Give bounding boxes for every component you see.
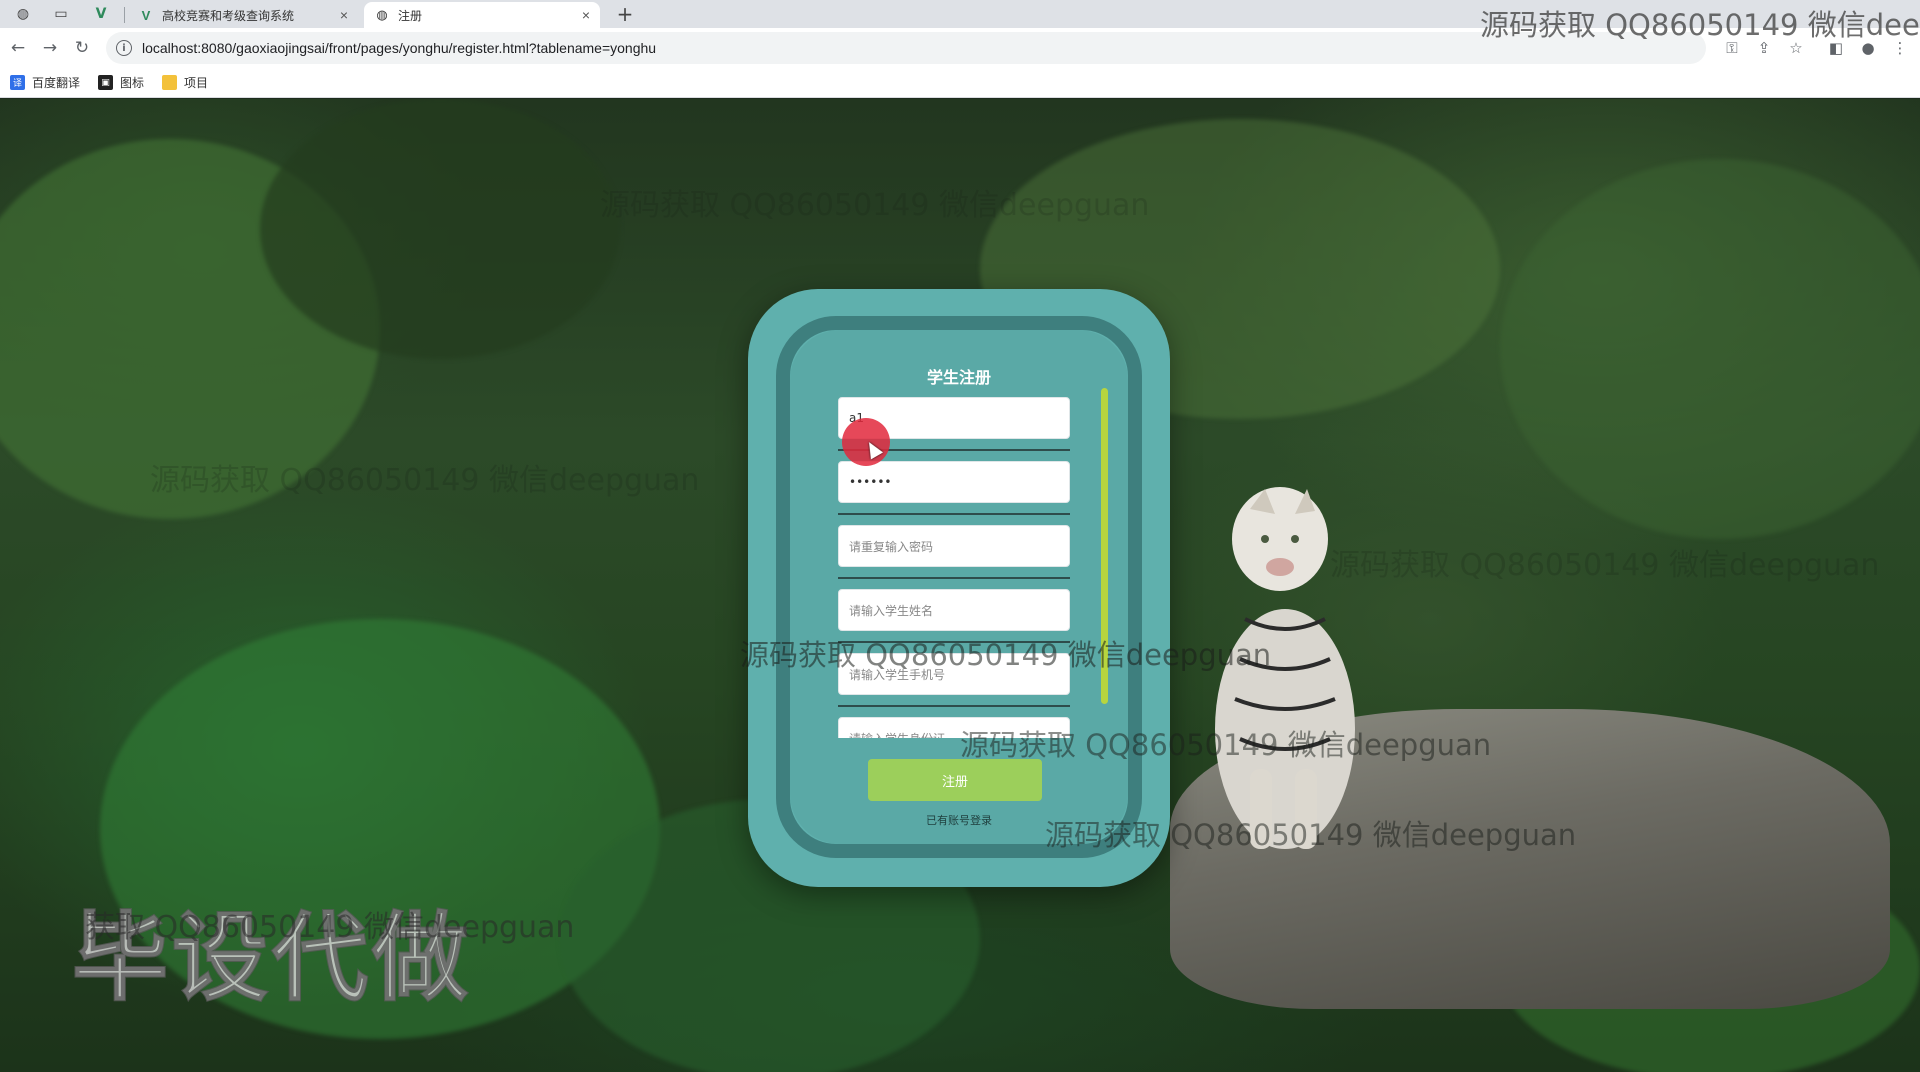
watermark-faint: 源码获取 QQ86050149 微信deepguan bbox=[150, 463, 700, 498]
tab-register[interactable]: ◍ 注册 × bbox=[364, 2, 600, 28]
address-bar[interactable]: i localhost:8080/gaoxiaojingsai/front/pa… bbox=[106, 32, 1706, 64]
vue-icon: V bbox=[141, 7, 151, 23]
globe-icon: ◍ bbox=[376, 7, 388, 22]
tab-competition-system[interactable]: V 高校竞赛和考级查询系统 × bbox=[128, 2, 358, 28]
watermark: 源码获取 QQ86050149 微信deepguan bbox=[740, 638, 1272, 672]
click-indicator bbox=[842, 418, 890, 466]
watermark: 源码获取 QQ86050149 微信deepguan bbox=[960, 728, 1492, 762]
bookmark-label: 百度翻译 bbox=[32, 76, 81, 90]
close-icon[interactable]: × bbox=[582, 7, 590, 23]
bookmark-project[interactable]: 项目 bbox=[162, 74, 208, 91]
bookmark-label: 图标 bbox=[120, 76, 145, 90]
register-title: 学生注册 bbox=[926, 368, 991, 387]
student-name-field[interactable]: 请输入学生姓名 bbox=[838, 589, 1070, 631]
field-divider bbox=[838, 705, 1070, 707]
new-tab-button[interactable]: + bbox=[612, 2, 638, 26]
watermark-big: 毕设代做 bbox=[71, 901, 472, 1015]
blank-tab-icon[interactable]: ▭ bbox=[46, 2, 76, 26]
tab-title: 注册 bbox=[398, 8, 423, 23]
field-divider bbox=[838, 513, 1070, 515]
bookmarks-bar: 译 百度翻译 ▣ 图标 项目 bbox=[0, 68, 1920, 98]
register-button[interactable]: 注册 bbox=[868, 759, 1042, 801]
forward-arrow-icon[interactable]: → bbox=[38, 36, 62, 60]
bookmark-icons[interactable]: ▣ 图标 bbox=[98, 74, 144, 91]
watermark-big-overlay: 获取 QQ86050149 微信deepguan bbox=[85, 910, 575, 945]
globe-icon[interactable]: ◍ bbox=[8, 2, 38, 26]
field-divider bbox=[838, 577, 1070, 579]
info-icon[interactable]: i bbox=[116, 40, 132, 56]
url-text[interactable]: localhost:8080/gaoxiaojingsai/front/page… bbox=[142, 40, 656, 56]
image-icon: ▣ bbox=[98, 75, 114, 90]
bookmark-baidu-translate[interactable]: 译 百度翻译 bbox=[10, 74, 80, 91]
watermark-faint: 源码获取 QQ86050149 微信deepguan bbox=[1330, 548, 1880, 583]
back-arrow-icon[interactable]: ← bbox=[6, 36, 30, 60]
password-field[interactable]: •••••• bbox=[838, 461, 1070, 503]
baidu-translate-icon: 译 bbox=[10, 75, 25, 90]
folder-icon bbox=[162, 75, 178, 90]
watermark: 源码获取 QQ86050149 微信deepguan bbox=[1045, 818, 1577, 852]
watermark-top: 源码获取 QQ86050149 微信dee bbox=[1480, 8, 1920, 42]
confirm-password-field[interactable]: 请重复输入密码 bbox=[838, 525, 1070, 567]
tab-title: 高校竞赛和考级查询系统 bbox=[162, 8, 295, 23]
watermark-faint: 源码获取 QQ86050149 微信deepguan bbox=[600, 188, 1150, 223]
close-icon[interactable]: × bbox=[340, 7, 348, 23]
bookmark-label: 项目 bbox=[184, 76, 209, 90]
vue-icon[interactable]: V bbox=[86, 2, 116, 26]
reload-icon[interactable]: ↻ bbox=[70, 36, 94, 60]
